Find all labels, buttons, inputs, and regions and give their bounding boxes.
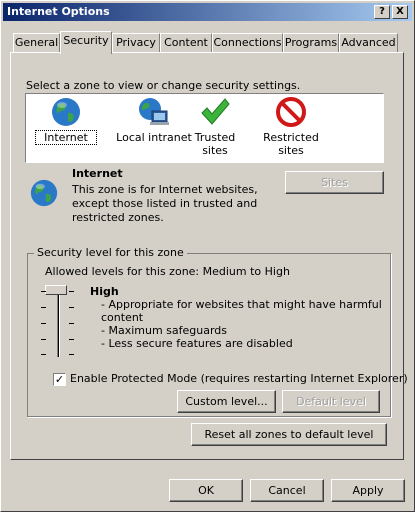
level-bullet: - Less secure features are disabled [101,337,293,350]
slider-track [57,287,60,357]
slider-tick [69,339,74,340]
cancel-button[interactable]: Cancel [250,479,324,502]
zone-trusted-sites[interactable]: Trusted sites [182,96,248,157]
slider-tick [69,307,74,308]
description-line: This zone is for Internet websites, [72,183,258,196]
protected-mode-label[interactable]: Enable Protected Mode (requires restarti… [70,372,408,385]
zone-trusted-sites-label: Trusted sites [194,131,236,157]
window-title: Internet Options [7,5,110,18]
zone-restricted-sites-label-line1: Restricted [263,131,319,144]
tab-connections[interactable]: Connections [212,33,283,53]
security-level-slider[interactable] [39,285,79,359]
selected-zone-name: Internet [72,167,123,180]
slider-tick [69,323,74,324]
default-level-button[interactable]: Default level [282,390,380,413]
level-bullet: - Maximum safeguards [101,324,228,337]
apply-button[interactable]: Apply [331,479,405,502]
zone-internet-label: Internet [35,130,97,145]
zone-restricted-sites-label-line2: sites [278,144,304,157]
security-level-name: High [90,285,119,298]
reset-all-zones-button[interactable]: Reset all zones to default level [191,423,387,446]
close-button[interactable]: X [392,5,408,19]
zone-list: Internet Local intranet Trusted sites Re… [25,93,384,163]
tab-security[interactable]: Security [60,31,112,54]
title-bar: Internet Options ? X [3,3,412,21]
security-level-description: - Appropriate for websites that might ha… [101,298,382,350]
slider-tick [41,323,46,324]
internet-options-dialog: Internet Options ? X General Security Pr… [0,0,415,512]
slider-tick [69,354,74,355]
level-bullet: content [101,311,144,324]
level-bullet: - Appropriate for websites that might ha… [101,298,382,311]
tab-privacy[interactable]: Privacy [112,33,160,53]
allowed-levels-text: Allowed levels for this zone: Medium to … [45,265,290,278]
slider-tick [41,354,46,355]
slider-tick [41,307,46,308]
slider-tick [41,339,46,340]
intranet-icon [139,98,169,125]
ok-button[interactable]: OK [169,479,243,502]
selected-zone-globe-icon [30,179,58,207]
sites-button[interactable]: Sites [285,171,384,194]
zone-restricted-sites[interactable]: Restricted sites [256,96,326,157]
slider-tick [41,291,46,292]
protected-mode-checkbox[interactable]: ✓ [53,373,66,386]
globe-icon [52,98,80,126]
security-level-group-title: Security level for this zone [34,246,187,259]
tab-content[interactable]: Content [160,33,212,53]
description-line: restricted zones. [72,211,164,224]
selected-zone-description: This zone is for Internet websites, exce… [72,183,258,225]
slider-thumb[interactable] [45,285,67,295]
slider-tick [69,291,74,292]
restricted-icon [276,97,306,127]
tab-programs[interactable]: Programs [283,33,339,53]
zone-instructions: Select a zone to view or change security… [26,79,301,92]
zone-internet[interactable]: Internet [35,96,97,145]
tab-advanced[interactable]: Advanced [339,33,398,53]
help-button[interactable]: ? [374,5,390,19]
custom-level-button[interactable]: Custom level... [177,390,276,413]
tab-general[interactable]: General [13,33,60,53]
checkmark-icon [201,98,230,125]
description-line: except those listed in trusted and [72,197,258,210]
